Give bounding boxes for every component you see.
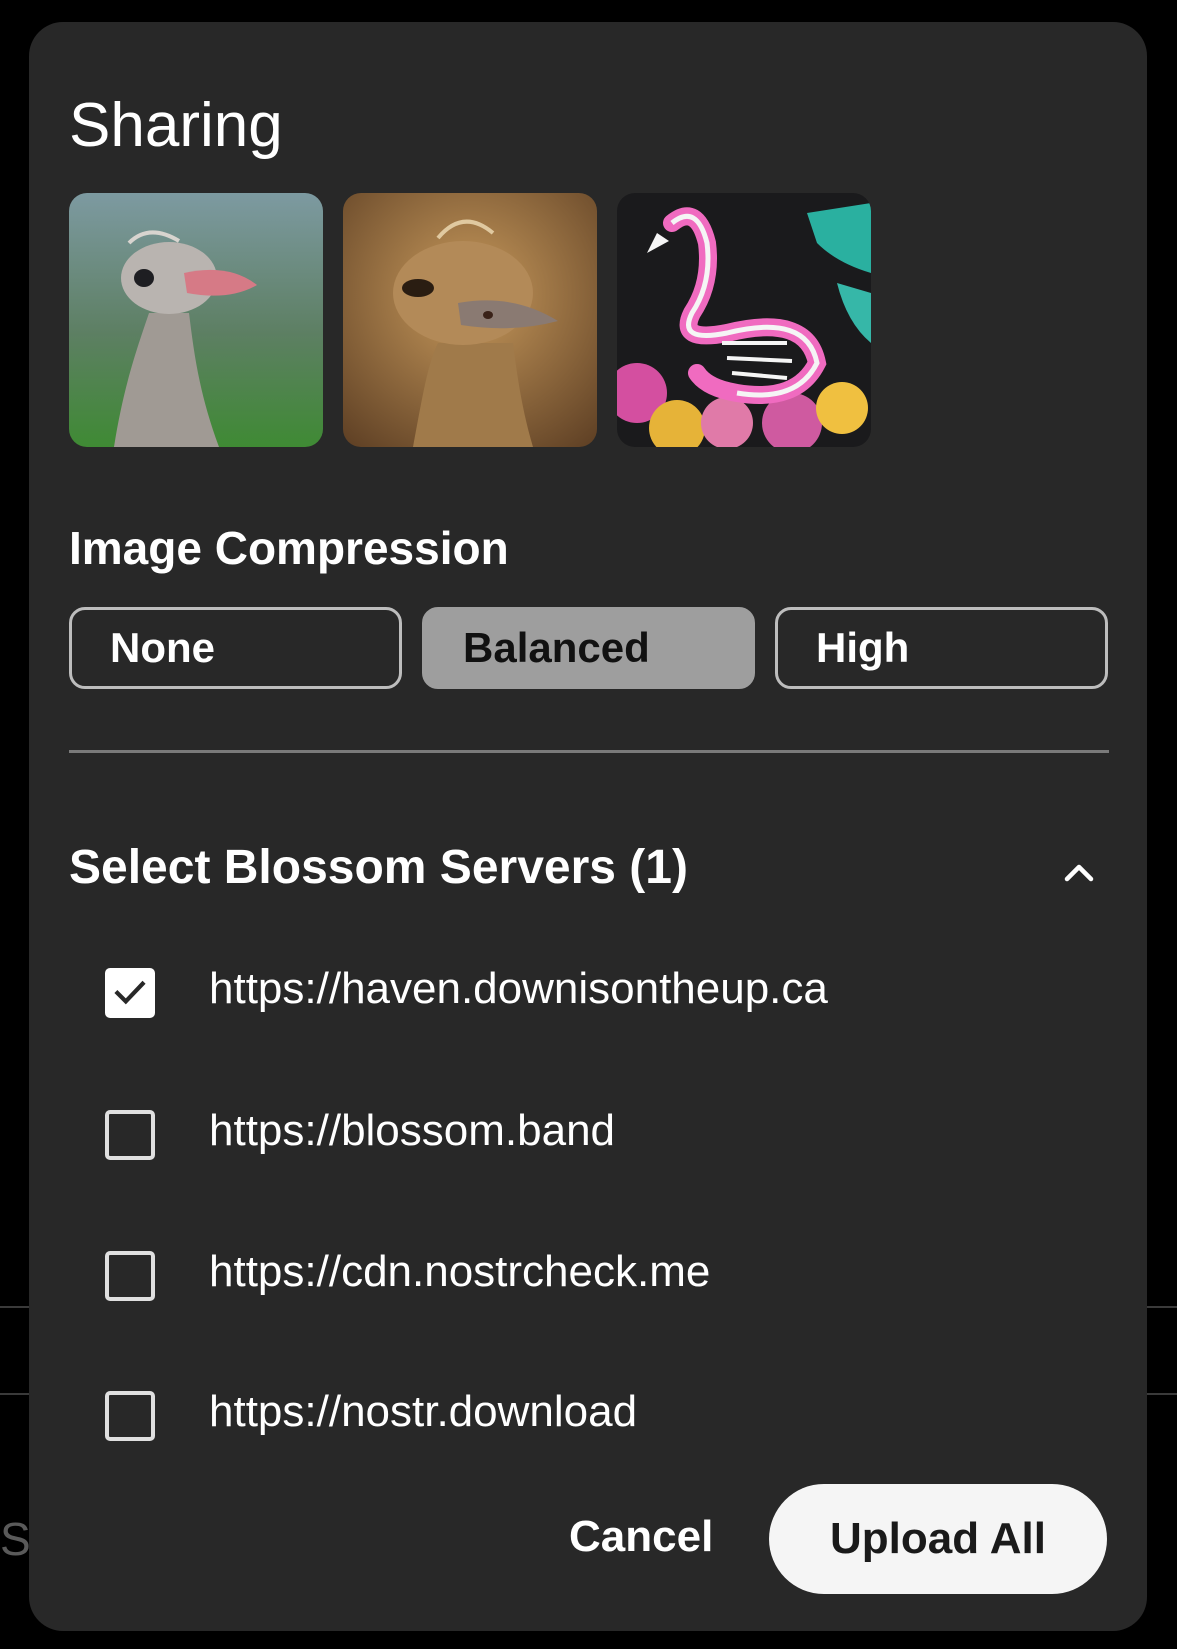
- server-item[interactable]: https://cdn.nostrcheck.me: [29, 1225, 1147, 1325]
- sharing-dialog: Sharing Image Compression None Balanced …: [29, 22, 1147, 1631]
- server-item[interactable]: https://blossom.band: [29, 1084, 1147, 1184]
- background-text: S: [0, 1513, 31, 1565]
- dialog-title: Sharing: [69, 91, 283, 160]
- server-checkbox[interactable]: [105, 968, 155, 1018]
- cancel-button[interactable]: Cancel: [569, 1492, 713, 1582]
- server-item[interactable]: https://haven.downisontheup.ca: [29, 942, 1147, 1042]
- server-item[interactable]: https://nostr.download: [29, 1365, 1147, 1447]
- flamingo-mural-image: [617, 193, 871, 447]
- compression-option-none[interactable]: None: [69, 607, 402, 689]
- compression-option-high[interactable]: High: [775, 607, 1108, 689]
- server-checkbox[interactable]: [105, 1110, 155, 1160]
- thumbnail-ostrich-2[interactable]: [343, 193, 597, 447]
- compression-segmented-control: None Balanced High: [69, 607, 1108, 689]
- checkmark-icon: [114, 980, 146, 1005]
- dialog-actions: Cancel Upload All: [29, 1484, 1147, 1594]
- server-url: https://cdn.nostrcheck.me: [209, 1247, 711, 1296]
- servers-section-header[interactable]: Select Blossom Servers (1): [69, 840, 1109, 910]
- ostrich-image: [69, 193, 323, 447]
- server-list: https://haven.downisontheup.ca https://b…: [29, 942, 1147, 1447]
- servers-title: Select Blossom Servers (1): [69, 841, 688, 894]
- server-checkbox[interactable]: [105, 1391, 155, 1441]
- image-thumbnails: [69, 193, 871, 447]
- chevron-up-icon[interactable]: [1059, 852, 1099, 892]
- ostrich-image: [343, 193, 597, 447]
- thumbnail-ostrich-1[interactable]: [69, 193, 323, 447]
- server-url: https://nostr.download: [209, 1387, 638, 1436]
- compression-option-balanced[interactable]: Balanced: [422, 607, 755, 689]
- compression-label: Image Compression: [69, 522, 509, 574]
- server-checkbox[interactable]: [105, 1251, 155, 1301]
- upload-all-button[interactable]: Upload All: [769, 1484, 1107, 1594]
- server-url: https://blossom.band: [209, 1106, 616, 1155]
- section-divider: [69, 750, 1109, 753]
- server-url: https://haven.downisontheup.ca: [209, 964, 828, 1013]
- thumbnail-flamingo[interactable]: [617, 193, 871, 447]
